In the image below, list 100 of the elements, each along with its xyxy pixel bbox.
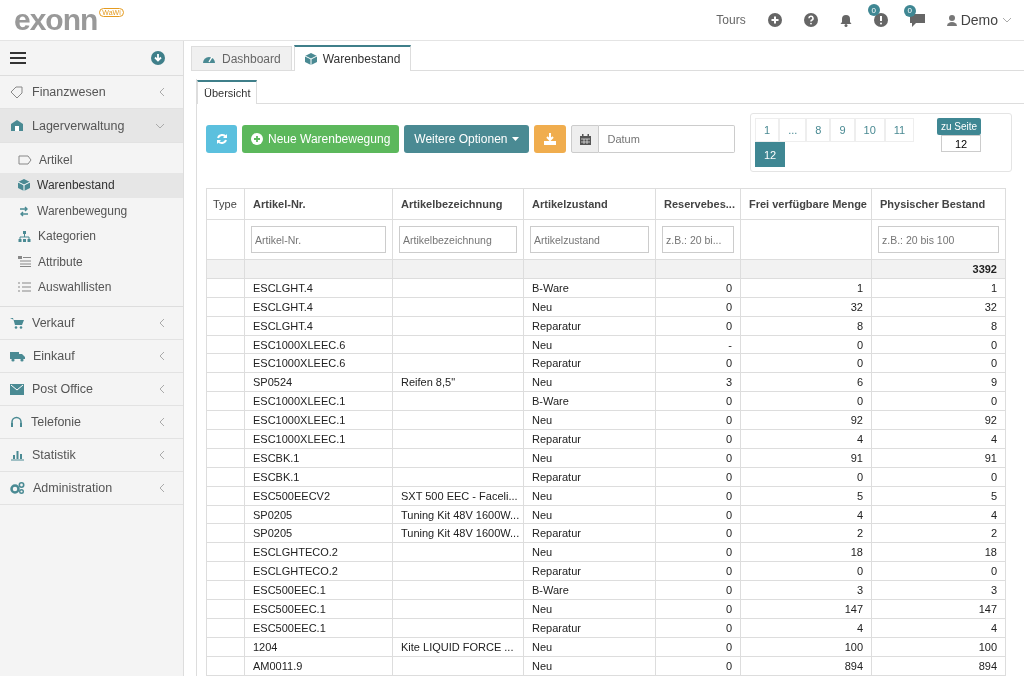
table-cell: 3: [990, 584, 997, 597]
page-link[interactable]: 11: [884, 118, 915, 142]
table-cell: 4: [856, 508, 863, 521]
table-cell: 100: [844, 640, 863, 653]
table-cell: Neu: [532, 602, 553, 615]
table-cell: 0: [725, 395, 732, 408]
table-cell: 0: [725, 508, 732, 521]
table-cell: 0: [725, 300, 732, 313]
chevron-down-icon: [155, 122, 165, 129]
gears-icon: [10, 482, 25, 494]
checklist-icon: [18, 281, 31, 293]
table-cell: 92: [984, 414, 997, 427]
table-cell: ESC500EEC.1: [253, 602, 326, 615]
page-link[interactable]: 10: [854, 118, 885, 142]
sidebar-item[interactable]: Administration: [0, 472, 183, 505]
column-header[interactable]: Artikelbezeichnung: [392, 188, 524, 220]
filter-field[interactable]: z.B.: 20 bi...: [662, 226, 734, 253]
chat-icon[interactable]: [909, 13, 925, 27]
table-cell: 3: [856, 584, 863, 597]
table-cell: 92: [850, 414, 863, 427]
date-field[interactable]: Datum: [599, 125, 736, 153]
user-menu[interactable]: Demo: [946, 12, 1012, 28]
table-cell: 91: [850, 451, 863, 464]
page-number-field[interactable]: 12: [941, 135, 981, 152]
chevron-left-icon: [159, 318, 165, 328]
filter-field[interactable]: Artikelzustand: [530, 226, 649, 253]
menu-icon[interactable]: [10, 52, 26, 64]
bell-icon[interactable]: [839, 13, 852, 27]
column-header[interactable]: Physischer Bestand: [871, 188, 1006, 220]
box-icon: [304, 53, 317, 65]
table-cell: 2: [990, 527, 997, 540]
page-link[interactable]: 8: [806, 118, 831, 142]
page-link[interactable]: 1: [755, 118, 780, 142]
help-icon[interactable]: [803, 13, 818, 27]
tours-link[interactable]: Tours: [716, 13, 746, 27]
table-cell: 5: [856, 489, 863, 502]
filter-field[interactable]: Artikel-Nr.: [251, 226, 386, 253]
sidebar-subitem[interactable]: Warenbestand: [0, 172, 183, 198]
sidebar-subitem[interactable]: Kategorien: [0, 223, 183, 249]
sidebar-item[interactable]: Lagerverwaltung: [0, 109, 183, 143]
tab[interactable]: Warenbestand: [293, 45, 412, 71]
table-cell: 18: [984, 546, 997, 559]
sidebar-subitem[interactable]: Attribute: [0, 249, 183, 275]
column-header[interactable]: Frei verfügbare Menge: [740, 188, 872, 220]
table-cell: B-Ware: [532, 584, 569, 597]
table-cell: 0: [725, 602, 732, 615]
table-cell: 1: [990, 281, 997, 294]
table-cell: 0: [725, 357, 732, 370]
tab[interactable]: Übersicht: [197, 80, 258, 104]
table-cell: B-Ware: [532, 281, 569, 294]
more-options-button[interactable]: Weitere Optionen: [404, 125, 530, 153]
headset-icon: [10, 416, 23, 428]
table-cell: 0: [990, 338, 997, 351]
table-cell: Reparatur: [532, 319, 581, 332]
table-cell: 0: [990, 565, 997, 578]
download-icon: [544, 133, 557, 145]
filter-field[interactable]: Artikelbezeichnung: [399, 226, 517, 253]
column-header[interactable]: Reservebes...: [655, 188, 741, 220]
table-cell: 4: [990, 432, 997, 445]
tag-icon: [10, 86, 24, 98]
table-cell: Neu: [532, 640, 553, 653]
sidebar-item[interactable]: Telefonie: [0, 406, 183, 439]
sidebar-subitem[interactable]: Artikel: [0, 147, 183, 173]
page-link[interactable]: 12: [755, 142, 786, 167]
table-cell: 2: [856, 527, 863, 540]
add-icon[interactable]: [767, 13, 782, 27]
table-cell: 894: [978, 659, 997, 672]
column-header[interactable]: Type: [206, 188, 245, 220]
table-cell: Neu: [532, 546, 553, 559]
filter-field[interactable]: z.B.: 20 bis 100: [878, 226, 999, 253]
table-cell: Reifen 8,5": [401, 376, 456, 389]
table-cell: 0: [725, 565, 732, 578]
sidebar-item[interactable]: Einkauf: [0, 340, 183, 373]
table-cell: ESCLGHT.4: [253, 300, 313, 313]
list-icon: [18, 256, 31, 268]
sidebar-item[interactable]: Statistik: [0, 439, 183, 472]
table-cell: ESCLGHTECO.2: [253, 546, 338, 559]
table-cell: Kite LIQUID FORCE ...: [401, 640, 514, 653]
column-header[interactable]: Artikel-Nr.: [244, 188, 393, 220]
table-cell: 0: [856, 565, 863, 578]
tab[interactable]: Dashboard: [191, 46, 292, 70]
sidebar-subitem[interactable]: Warenbewegung: [0, 198, 183, 224]
table-cell: ESC1000XLEEC.1: [253, 432, 346, 445]
table-cell: 1: [856, 281, 863, 294]
sidebar-subitem[interactable]: Auswahllisten: [0, 274, 183, 300]
page-link[interactable]: 9: [830, 118, 855, 142]
table-cell: Neu: [532, 508, 553, 521]
chevron-down-icon: [1002, 17, 1012, 23]
download-circle-icon[interactable]: [151, 51, 165, 65]
table-cell: 4: [856, 621, 863, 634]
page-link[interactable]: ...: [779, 118, 807, 142]
table-cell: ESC1000XLEEC.1: [253, 414, 346, 427]
table-cell: 4: [856, 432, 863, 445]
cart-icon: [10, 317, 24, 329]
alert-icon[interactable]: [873, 13, 888, 27]
sidebar-item[interactable]: Post Office: [0, 373, 183, 406]
bar-chart-icon: [10, 449, 24, 461]
sidebar-item[interactable]: Verkauf: [0, 307, 183, 340]
column-header[interactable]: Artikelzustand: [523, 188, 656, 220]
house-icon: [10, 119, 24, 132]
